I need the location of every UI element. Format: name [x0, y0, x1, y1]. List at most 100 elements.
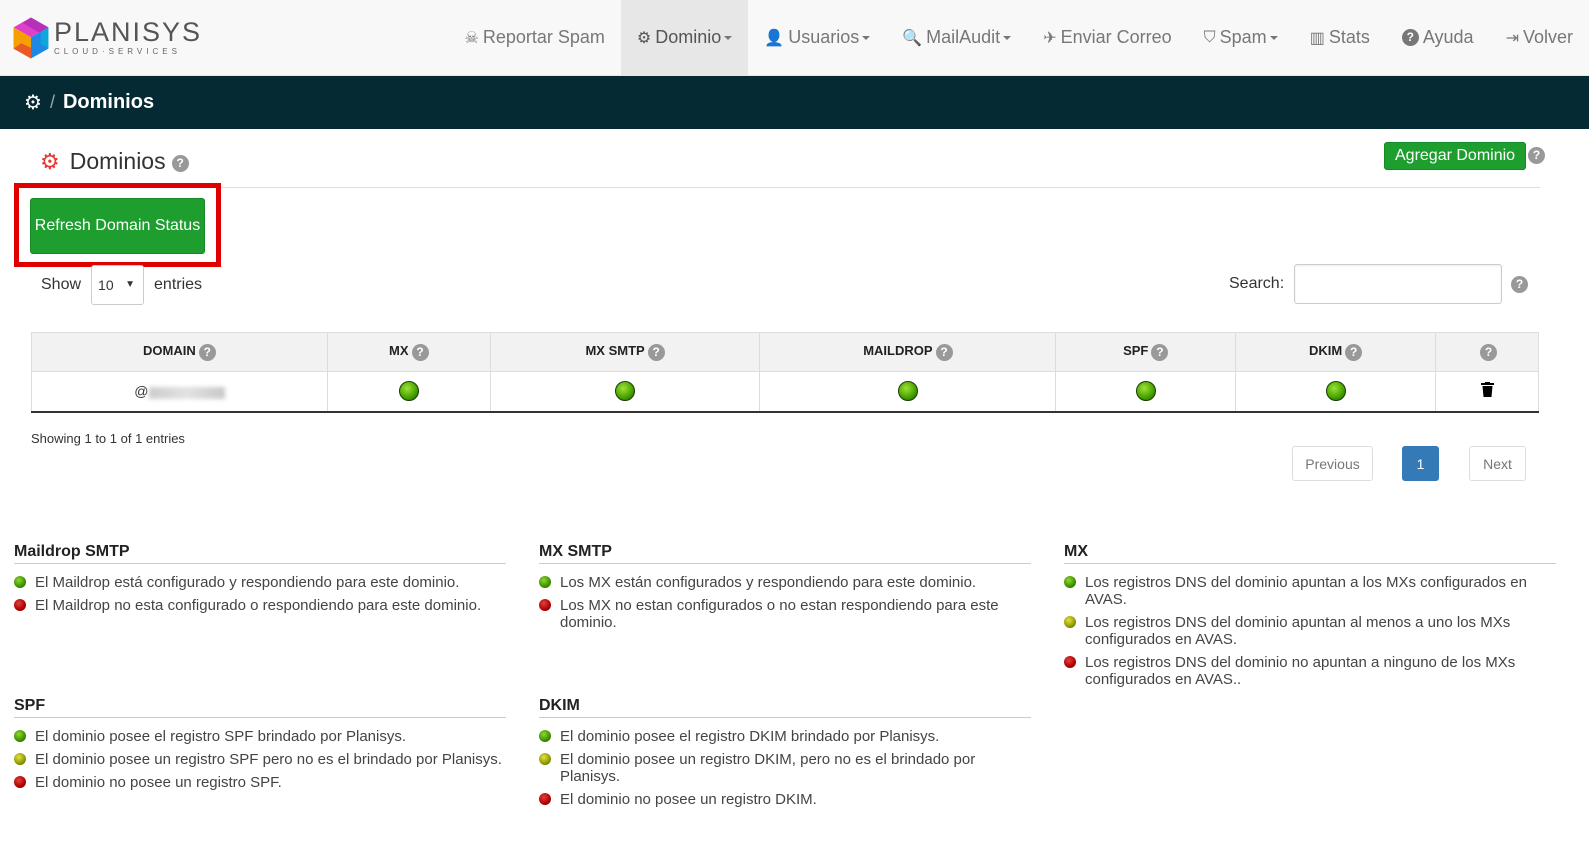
legend-item: El Maildrop no esta configurado o respon…: [14, 597, 506, 614]
status-yellow-icon: [14, 753, 26, 765]
nav-item-mailaudit[interactable]: 🔍 MailAudit: [886, 0, 1027, 75]
legend-item: El dominio posee un registro DKIM, pero …: [539, 751, 1031, 785]
page-title-text: Dominios: [69, 148, 166, 174]
nav-item-label: Ayuda: [1422, 27, 1474, 47]
mx-smtp-status-cell: [489, 371, 761, 413]
search-input[interactable]: [1294, 264, 1503, 304]
nav-item-stats[interactable]: ▥ Stats: [1294, 0, 1386, 75]
help-icon[interactable]: ?: [935, 343, 953, 361]
entries-select[interactable]: 10 ▼: [91, 265, 145, 305]
nav-item-ayuda[interactable]: ? Ayuda: [1386, 0, 1490, 75]
entries-label: entries: [154, 276, 203, 293]
skull-icon: ☠: [464, 29, 479, 47]
legend-item-text: Los registros DNS del dominio apuntan a …: [1085, 574, 1527, 608]
help-icon[interactable]: ?: [171, 155, 189, 172]
actions-cell: [1435, 371, 1539, 413]
breadcrumb: ⚙ / Dominios: [0, 76, 1589, 129]
entries-length-control: Show 10 ▼ entries: [41, 265, 202, 305]
help-icon[interactable]: ?: [411, 343, 429, 361]
table-info: Showing 1 to 1 of 1 entries: [31, 431, 185, 446]
nav-item-enviar-correo[interactable]: ✈ Enviar Correo: [1027, 0, 1187, 75]
cube-logo-icon: [13, 17, 49, 59]
column-header-label: MX: [389, 343, 409, 359]
caret-down-icon: [1269, 35, 1278, 40]
nav-item-label: Dominio: [655, 27, 722, 47]
column-header-label: DKIM: [1308, 343, 1343, 359]
nav-item-label: Volver: [1522, 27, 1573, 47]
page-header: ⚙ Dominios ? Agregar Dominio ?: [30, 142, 1545, 188]
legend-dkim: DKIM El dominio posee el registro DKIM br…: [539, 697, 1031, 814]
legend-item-text: El dominio no posee un registro SPF.: [35, 774, 282, 791]
column-header[interactable]: DKIM?: [1235, 332, 1437, 372]
column-header-label: MAILDROP: [863, 343, 933, 359]
status-green-icon: [1325, 381, 1346, 402]
status-red-icon: [539, 599, 551, 611]
paper-plane-icon: ✈: [1043, 29, 1057, 47]
column-header-label: SPF: [1123, 343, 1149, 359]
legend-item-text: Los MX no estan configurados o no estan …: [560, 597, 999, 631]
domains-table: DOMAIN? MX? MX SMTP? MAILDROP? SPF? DKIM?? @: [31, 332, 1539, 413]
search-icon: 🔍: [902, 29, 923, 47]
dkim-status-cell: [1235, 371, 1437, 413]
previous-page-button[interactable]: Previous: [1292, 446, 1373, 481]
question-circle-icon: ?: [1401, 29, 1419, 46]
legend-item-text: El Maildrop está configurado y respondie…: [35, 574, 460, 591]
nav-item-dominio[interactable]: ⚙ Dominio: [620, 0, 749, 75]
status-red-icon: [1064, 656, 1076, 668]
add-domain-button[interactable]: Agregar Dominio: [1384, 142, 1527, 170]
gear-icon: ⚙: [636, 29, 652, 47]
column-header[interactable]: MX?: [326, 332, 491, 372]
help-icon[interactable]: ?: [198, 343, 216, 361]
nav-item-label: Usuarios: [788, 27, 860, 47]
main-nav: ☠ Reportar Spam ⚙ Dominio 👤 Usuarios 🔍 MailAudi…: [449, 0, 1589, 75]
help-icon[interactable]: ?: [1511, 276, 1528, 293]
nav-item-label: Stats: [1328, 27, 1370, 47]
legend-item: El dominio no posee un registro DKIM.: [539, 791, 1031, 808]
planisys-logo[interactable]: PLANISYS CLOUD·SERVICES: [12, 8, 202, 68]
column-header[interactable]: ?: [1435, 332, 1539, 372]
legend-item-text: El dominio posee el registro SPF brindad…: [35, 728, 407, 745]
legend-mx: MX Los registros DNS del dominio apuntan …: [1064, 543, 1556, 694]
column-header-label: DOMAIN: [143, 343, 196, 359]
status-green-icon: [539, 576, 551, 588]
column-header[interactable]: SPF?: [1055, 332, 1237, 372]
nav-item-usuarios[interactable]: 👤 Usuarios: [748, 0, 886, 75]
trash-icon[interactable]: [1480, 382, 1494, 398]
page-title: ⚙ Dominios ?: [40, 148, 189, 175]
brand-name: PLANISYS: [53, 17, 202, 47]
legend-item-text: Los registros DNS del dominio apuntan al…: [1085, 614, 1511, 648]
maildrop-status-cell: [759, 371, 1057, 413]
help-icon[interactable]: ?: [1528, 147, 1545, 164]
help-icon[interactable]: ?: [1151, 343, 1169, 361]
help-icon[interactable]: ?: [1480, 343, 1497, 361]
column-header[interactable]: MAILDROP?: [759, 332, 1057, 372]
page-1-button[interactable]: 1: [1402, 446, 1439, 481]
nav-item-volver[interactable]: ⇥ Volver: [1490, 0, 1589, 75]
column-header[interactable]: MX SMTP?: [489, 332, 761, 372]
legend-title: SPF: [14, 697, 506, 718]
help-icon[interactable]: ?: [1345, 343, 1363, 361]
legend-title: DKIM: [539, 697, 1031, 718]
legend-item-text: El dominio posee un registro DKIM, pero …: [560, 751, 976, 785]
legend-item: Los registros DNS del dominio no apuntan…: [1064, 654, 1556, 688]
status-red-icon: [539, 793, 551, 805]
nav-item-reportar-spam[interactable]: ☠ Reportar Spam: [449, 0, 621, 75]
legend-item-text: El Maildrop no esta configurado o respon…: [35, 597, 482, 614]
search-label: Search:: [1229, 275, 1285, 292]
gear-icon[interactable]: ⚙: [24, 90, 42, 115]
blurred-domain-name: [148, 386, 225, 399]
show-label: Show: [41, 276, 82, 293]
legend-item: El dominio no posee un registro SPF.: [14, 774, 506, 791]
refresh-domain-status-button[interactable]: Refresh Domain Status: [30, 198, 205, 254]
nav-item-spam[interactable]: ⛉ Spam: [1188, 0, 1294, 75]
legend-item: Los registros DNS del dominio apuntan al…: [1064, 614, 1556, 648]
column-header[interactable]: DOMAIN?: [31, 332, 328, 372]
nav-item-label: Reportar Spam: [482, 27, 605, 47]
legend-item: Los registros DNS del dominio apuntan a …: [1064, 574, 1556, 608]
chevron-down-icon: ▼: [125, 279, 136, 290]
user-icon: 👤: [764, 29, 785, 47]
top-navbar: PLANISYS CLOUD·SERVICES ☠ Reportar Spam ⚙ D…: [0, 0, 1589, 76]
help-icon[interactable]: ?: [647, 343, 665, 361]
next-page-button[interactable]: Next: [1469, 446, 1526, 481]
legend-item: El dominio posee el registro DKIM brinda…: [539, 728, 1031, 745]
